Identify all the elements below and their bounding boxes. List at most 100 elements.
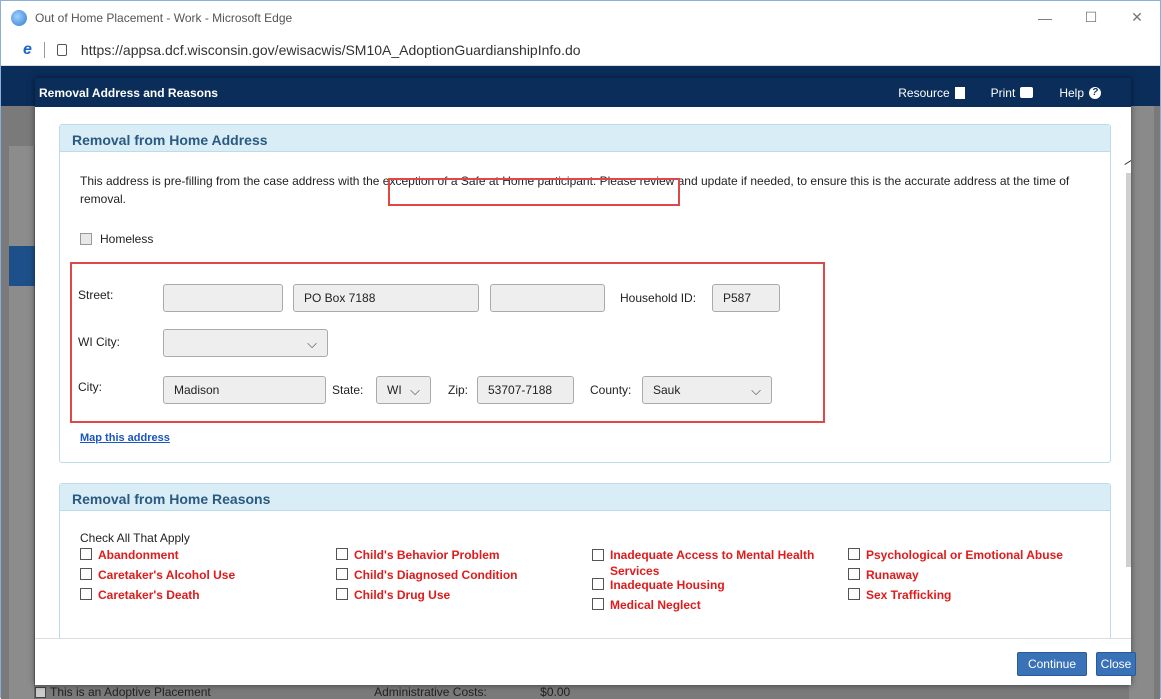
- printer-icon: [1020, 87, 1034, 98]
- reason-label: Abandonment: [98, 548, 179, 562]
- reason-diagnosed-condition[interactable]: Child's Diagnosed Condition: [336, 568, 606, 588]
- zip-field[interactable]: 53707-7188: [477, 376, 574, 404]
- reason-checkbox[interactable]: [80, 568, 92, 580]
- reason-runaway[interactable]: Runaway: [848, 568, 1108, 588]
- admin-costs-label: Administrative Costs:: [374, 685, 487, 699]
- reason-checkbox[interactable]: [848, 568, 860, 580]
- close-window-button[interactable]: ✕: [1114, 1, 1160, 34]
- scrollbar-thumb[interactable]: [1126, 173, 1131, 567]
- lock-icon[interactable]: [56, 43, 67, 56]
- zip-label: Zip:: [448, 383, 469, 397]
- background-scrollbar: [1129, 106, 1154, 699]
- dialog-content[interactable]: Removal from Home Address This address i…: [35, 107, 1131, 638]
- book-icon: [954, 86, 965, 99]
- reason-checkbox[interactable]: [336, 548, 348, 560]
- reason-caretaker-alcohol[interactable]: Caretaker's Alcohol Use: [80, 568, 350, 588]
- help-link[interactable]: Help?: [1059, 86, 1101, 100]
- wi-city-select[interactable]: ⌵: [163, 329, 328, 357]
- reason-label: Child's Behavior Problem: [354, 548, 500, 562]
- reason-label: Psychological or Emotional Abuse: [866, 548, 1063, 562]
- removal-dialog: Removal Address and Reasons Resource Pri…: [35, 78, 1136, 685]
- homeless-row[interactable]: Homeless: [80, 232, 153, 246]
- reasons-panel-header: Removal from Home Reasons: [60, 484, 1110, 511]
- print-link[interactable]: Print: [991, 86, 1034, 100]
- reason-label: Child's Diagnosed Condition: [354, 568, 518, 582]
- reason-label: Inadequate Housing: [610, 578, 725, 592]
- homeless-label: Homeless: [100, 232, 154, 246]
- highlight-safe-at-home: [388, 178, 680, 206]
- divider: [43, 41, 45, 58]
- map-address-link[interactable]: Map this address: [80, 432, 170, 444]
- reason-label: Inadequate Access to Mental Health Servi…: [610, 548, 815, 578]
- reason-caretaker-death[interactable]: Caretaker's Death: [80, 588, 350, 608]
- reason-medical-neglect[interactable]: Medical Neglect: [592, 598, 852, 618]
- state-label: State:: [332, 383, 364, 397]
- adoptive-label: This is an Adoptive Placement: [50, 685, 211, 699]
- reason-checkbox[interactable]: [592, 598, 604, 610]
- resource-link[interactable]: Resource: [898, 85, 965, 100]
- adoptive-checkbox: [35, 687, 46, 699]
- reason-label: Caretaker's Alcohol Use: [98, 568, 236, 582]
- background-tab: [9, 246, 35, 286]
- street-field-3[interactable]: [490, 284, 605, 312]
- state-value: WI: [387, 383, 402, 397]
- street-label: Street:: [78, 288, 114, 302]
- admin-costs-value: $0.00: [540, 685, 571, 699]
- reasons-column-2: Child's Behavior Problem Child's Diagnos…: [336, 548, 606, 608]
- reason-checkbox[interactable]: [80, 588, 92, 600]
- reason-checkbox[interactable]: [848, 588, 860, 600]
- street-field-2[interactable]: PO Box 7188: [293, 284, 479, 312]
- reasons-column-1: Abandonment Caretaker's Alcohol Use Care…: [80, 548, 350, 608]
- homeless-checkbox[interactable]: [80, 233, 92, 245]
- county-value: Sauk: [653, 383, 681, 397]
- county-select[interactable]: Sauk ⌵: [642, 376, 772, 404]
- dialog-title: Removal Address and Reasons: [39, 85, 218, 100]
- reason-checkbox[interactable]: [336, 588, 348, 600]
- reasons-column-3: Inadequate Access to Mental Health Servi…: [592, 548, 852, 618]
- reason-checkbox[interactable]: [848, 548, 860, 560]
- address-panel: Removal from Home Address This address i…: [59, 124, 1111, 463]
- reason-checkbox[interactable]: [336, 568, 348, 580]
- chevron-down-icon: ⌵: [410, 383, 420, 398]
- reason-label: Medical Neglect: [610, 598, 701, 612]
- reason-abandonment[interactable]: Abandonment: [80, 548, 350, 568]
- background-bottom-row: This is an Adoptive Placement Administra…: [35, 685, 1135, 699]
- reason-checkbox[interactable]: [592, 549, 604, 561]
- continue-button[interactable]: Continue: [1017, 652, 1087, 676]
- reason-label: Caretaker's Death: [98, 588, 200, 602]
- reason-checkbox[interactable]: [592, 578, 604, 590]
- url-field[interactable]: https://appsa.dcf.wisconsin.gov/ewisacwi…: [81, 42, 581, 58]
- reasons-column-4: Psychological or Emotional Abuse Runaway…: [848, 548, 1108, 608]
- reason-label: Sex Trafficking: [866, 588, 952, 602]
- chevron-down-icon: ⌵: [751, 383, 761, 398]
- state-select[interactable]: WI ⌵: [376, 376, 431, 404]
- county-label: County:: [590, 383, 632, 397]
- reason-psychological-abuse[interactable]: Psychological or Emotional Abuse: [848, 548, 1108, 568]
- close-button[interactable]: Close: [1096, 652, 1136, 676]
- address-panel-header: Removal from Home Address: [60, 125, 1110, 152]
- help-label: Help: [1059, 85, 1084, 100]
- reason-inadequate-housing[interactable]: Inadequate Housing: [592, 578, 852, 598]
- dialog-header: Removal Address and Reasons Resource Pri…: [35, 78, 1131, 107]
- city-field[interactable]: Madison: [163, 376, 326, 404]
- minimize-button[interactable]: —: [1022, 1, 1068, 34]
- household-id-field[interactable]: P587: [712, 284, 780, 312]
- reason-label: Child's Drug Use: [354, 588, 451, 602]
- reason-sex-trafficking[interactable]: Sex Trafficking: [848, 588, 1108, 608]
- reason-behavior-problem[interactable]: Child's Behavior Problem: [336, 548, 606, 568]
- background-sidebar: [9, 146, 35, 699]
- browser-window: Out of Home Placement - Work - Microsoft…: [0, 0, 1161, 699]
- household-id-label: Household ID:: [620, 291, 697, 305]
- street-field-1[interactable]: [163, 284, 283, 312]
- maximize-button[interactable]: ☐: [1068, 1, 1114, 34]
- reason-drug-use[interactable]: Child's Drug Use: [336, 588, 606, 608]
- reason-checkbox[interactable]: [80, 548, 92, 560]
- scroll-up-icon[interactable]: ︿: [1124, 149, 1131, 169]
- window-title: Out of Home Placement - Work - Microsoft…: [35, 10, 293, 25]
- question-icon: ?: [1089, 86, 1101, 99]
- edge-icon: e: [23, 40, 32, 58]
- resource-label: Resource: [898, 85, 950, 100]
- edge-logo-icon: [11, 9, 27, 26]
- reason-mental-health-access[interactable]: Inadequate Access to Mental Health Servi…: [592, 547, 852, 579]
- wi-city-label: WI City:: [78, 335, 120, 349]
